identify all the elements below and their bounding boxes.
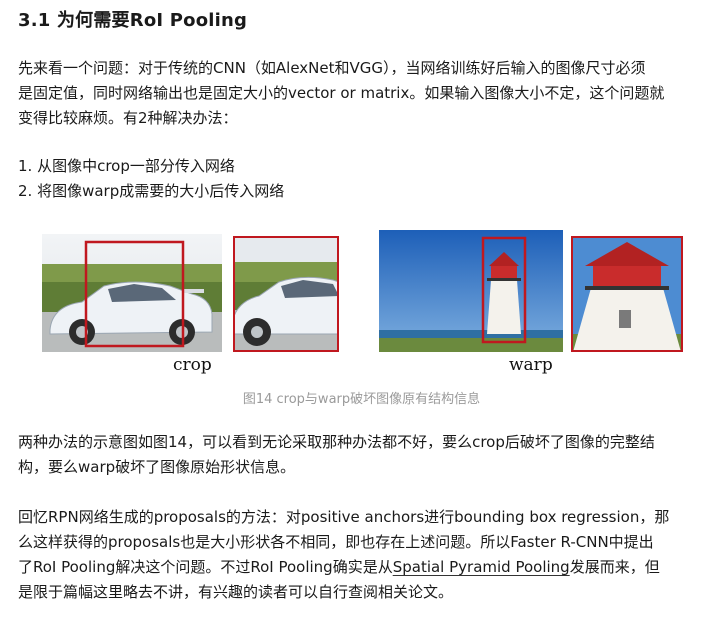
intro-line: 变得比较麻烦。有2种解决办法： <box>18 109 238 127</box>
rpn-text: 发展而来，但 <box>569 558 660 576</box>
discussion-paragraph: 两种办法的示意图如图14，可以看到无论采取那种办法都不好，要么crop后破坏了图… <box>18 430 710 480</box>
intro-paragraph: 先来看一个问题：对于传统的CNN（如AlexNet和VGG），当网络训练好后输入… <box>18 56 710 131</box>
rpn-line: 了RoI Pooling解决这个问题。不过RoI Pooling确实是从Spat… <box>18 555 710 580</box>
warp-label: warp <box>509 355 553 375</box>
intro-line: 是固定值，同时网络输出也是固定大小的vector or matrix。如果输入图… <box>18 84 665 102</box>
lighthouse-warped-image <box>571 236 683 352</box>
discussion-line: 两种办法的示意图如图14，可以看到无论采取那种办法都不好，要么crop后破坏了图… <box>18 433 655 451</box>
lighthouse-original-image <box>379 230 563 352</box>
rpn-line: 么这样获得的proposals也是大小形状各不相同，即也存在上述问题。所以Fas… <box>18 533 654 551</box>
list-item: 1. 从图像中crop一部分传入网络 <box>18 157 235 175</box>
section-heading: 3.1 为何需要RoI Pooling <box>18 10 248 31</box>
rpn-line: 回忆RPN网络生成的proposals的方法：对positive anchors… <box>18 508 670 526</box>
car-cropped-image <box>233 236 339 352</box>
discussion-line: 构，要么warp破坏了图像原始形状信息。 <box>18 458 296 476</box>
list-item: 2. 将图像warp成需要的大小后传入网络 <box>18 182 285 200</box>
solution-list: 1. 从图像中crop一部分传入网络 2. 将图像warp成需要的大小后传入网络 <box>18 154 710 204</box>
spatial-pyramid-pooling-link[interactable]: Spatial Pyramid Pooling <box>393 558 570 576</box>
rpn-paragraph: 回忆RPN网络生成的proposals的方法：对positive anchors… <box>18 505 710 605</box>
rpn-text: 了RoI Pooling解决这个问题。不过RoI Pooling确实是从 <box>18 558 393 576</box>
intro-line: 先来看一个问题：对于传统的CNN（如AlexNet和VGG），当网络训练好后输入… <box>18 59 646 77</box>
figure-caption: 图14 crop与warp破坏图像原有结构信息 <box>242 392 481 407</box>
crop-label: crop <box>173 355 212 375</box>
rpn-line: 是限于篇幅这里略去不讲，有兴趣的读者可以自行查阅相关论文。 <box>18 583 454 601</box>
car-original-image <box>42 234 222 352</box>
